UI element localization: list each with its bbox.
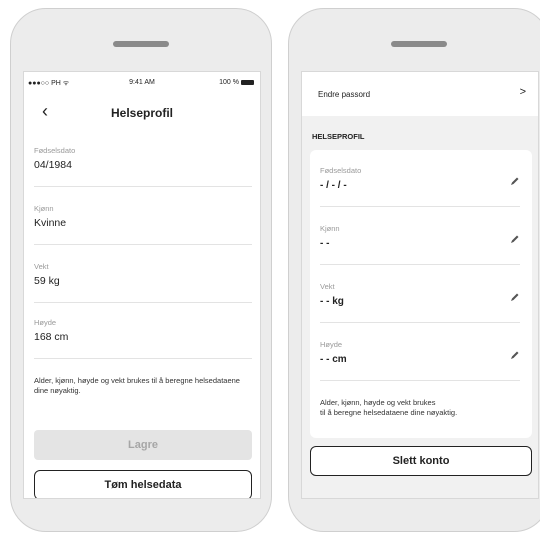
clear-health-data-button[interactable]: Tøm helsedata: [34, 470, 252, 498]
edit-pencil-icon[interactable]: [510, 292, 520, 302]
gender-field[interactable]: Kjønn - -: [320, 224, 520, 249]
field-value: - - kg: [320, 296, 344, 307]
nav-bar: ‹ Helseprofil: [24, 98, 260, 128]
change-password-row[interactable]: Endre passord >: [302, 72, 538, 116]
edit-pencil-icon[interactable]: [510, 176, 520, 186]
battery-icon: [241, 79, 254, 85]
speaker-grille: [113, 41, 169, 47]
edit-pencil-icon[interactable]: [510, 350, 520, 360]
field-label: Vekt: [320, 282, 335, 291]
field-value: 59 kg: [34, 275, 60, 287]
divider: [320, 264, 520, 265]
field-label: Fødselsdato: [320, 166, 362, 175]
health-profile-screen: ●●●○○ PH ᯤ 9:41 AM 100 % ‹ Helseprofil F…: [23, 71, 261, 499]
field-label: Vekt: [34, 262, 49, 271]
field-label: Kjønn: [320, 224, 340, 233]
info-text: Alder, kjønn, høyde og vekt brukes til å…: [34, 376, 240, 395]
info-line: til å beregne helsedataene dine nøyaktig…: [320, 408, 458, 417]
divider: [34, 358, 252, 359]
chevron-right-icon: >: [519, 86, 526, 98]
divider: [320, 206, 520, 207]
field-label: Kjønn: [34, 204, 54, 213]
account-settings-screen: Endre passord > HELSEPROFIL Fødselsdato …: [301, 71, 539, 499]
field-value: - -: [320, 238, 330, 249]
height-field[interactable]: Høyde - - cm: [320, 340, 520, 365]
divider: [320, 380, 520, 381]
field-label: Høyde: [34, 318, 57, 327]
speaker-grille: [391, 41, 447, 47]
divider: [34, 244, 252, 245]
battery-status: 100 %: [219, 79, 254, 86]
save-button[interactable]: Lagre: [34, 430, 252, 460]
birthdate-field[interactable]: Fødselsdato - / - / -: [320, 166, 520, 191]
birthdate-field[interactable]: Fødselsdato 04/1984: [34, 146, 252, 171]
weight-field[interactable]: Vekt 59 kg: [34, 262, 252, 287]
phone-frame-right: Endre passord > HELSEPROFIL Fødselsdato …: [288, 8, 540, 532]
field-value: Kvinne: [34, 217, 67, 229]
edit-pencil-icon[interactable]: [510, 234, 520, 244]
field-label: Fødselsdato: [34, 146, 76, 155]
divider: [34, 186, 252, 187]
divider: [320, 322, 520, 323]
health-profile-card: Fødselsdato - / - / - Kjønn - - Vekt - -…: [310, 150, 532, 438]
height-field[interactable]: Høyde 168 cm: [34, 318, 252, 343]
field-value: 04/1984: [34, 159, 72, 171]
battery-percent: 100 %: [219, 79, 239, 86]
phone-frame-left: ●●●○○ PH ᯤ 9:41 AM 100 % ‹ Helseprofil F…: [10, 8, 272, 532]
info-line: Alder, kjønn, høyde og vekt brukes: [320, 398, 436, 407]
page-title: Helseprofil: [110, 106, 173, 120]
delete-account-button[interactable]: Slett konto: [310, 446, 532, 476]
gender-field[interactable]: Kjønn Kvinne: [34, 204, 252, 229]
field-value: - - cm: [320, 354, 347, 365]
section-header: HELSEPROFIL: [312, 132, 365, 141]
change-password-label: Endre passord: [318, 90, 371, 99]
field-value: - / - / -: [320, 180, 347, 191]
field-value: 168 cm: [34, 331, 69, 343]
status-bar: ●●●○○ PH ᯤ 9:41 AM 100 %: [24, 76, 260, 90]
info-text: Alder, kjønn, høyde og vekt brukes til å…: [320, 398, 530, 418]
field-label: Høyde: [320, 340, 343, 349]
weight-field[interactable]: Vekt - - kg: [320, 282, 520, 307]
divider: [34, 302, 252, 303]
